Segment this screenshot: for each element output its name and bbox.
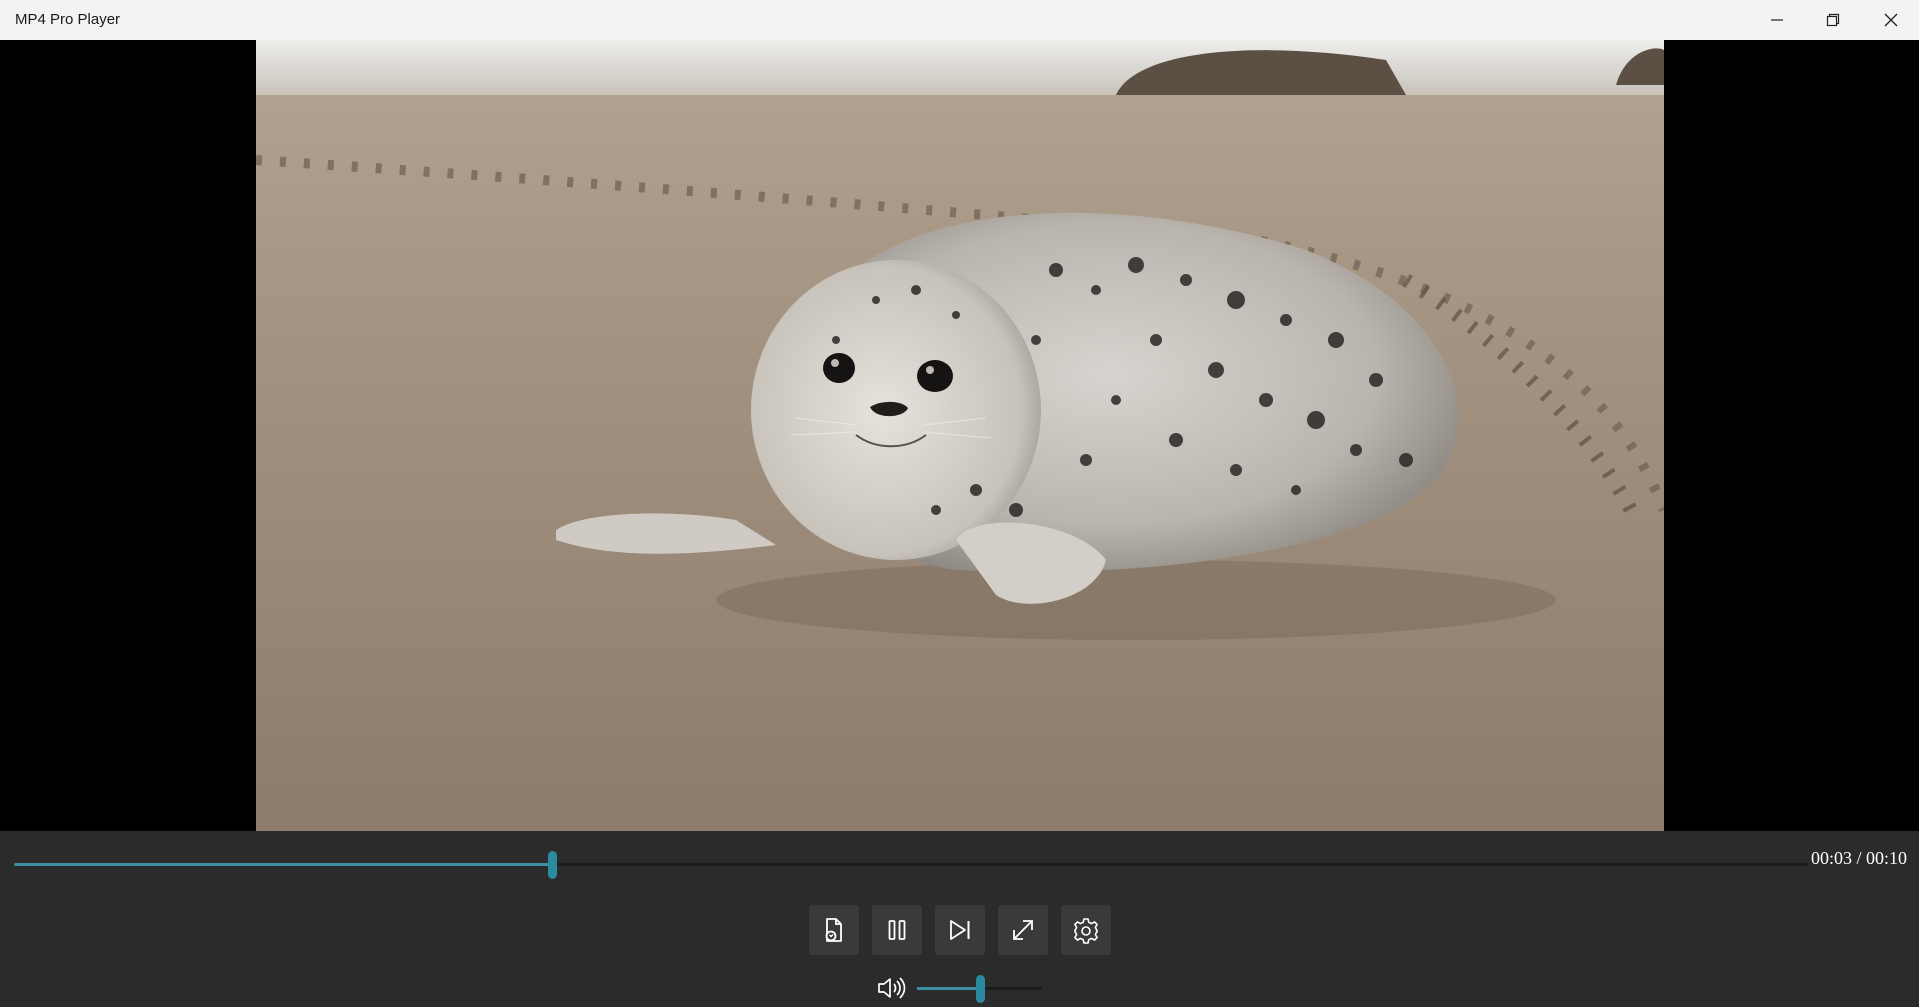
close-button[interactable] bbox=[1863, 0, 1919, 40]
seek-bar[interactable] bbox=[14, 851, 1808, 879]
playback-controls bbox=[809, 905, 1111, 955]
video-image bbox=[256, 40, 1664, 831]
open-file-button[interactable] bbox=[809, 905, 859, 955]
pause-icon bbox=[888, 920, 906, 940]
skip-next-icon bbox=[950, 920, 970, 940]
restore-icon bbox=[1826, 13, 1840, 27]
close-icon bbox=[1884, 13, 1898, 27]
app-title: MP4 Pro Player bbox=[15, 11, 121, 28]
minimize-button[interactable] bbox=[1749, 0, 1805, 40]
volume-slider-thumb[interactable] bbox=[975, 975, 985, 1003]
next-button[interactable] bbox=[935, 905, 985, 955]
fullscreen-button[interactable] bbox=[998, 905, 1048, 955]
title-bar: MP4 Pro Player bbox=[0, 0, 1919, 40]
open-file-icon bbox=[825, 918, 842, 942]
volume-slider[interactable] bbox=[917, 975, 1042, 1003]
volume-control bbox=[876, 975, 1046, 1003]
gear-icon bbox=[1074, 918, 1098, 944]
video-frame[interactable] bbox=[256, 40, 1664, 831]
fullscreen-icon bbox=[1013, 920, 1033, 940]
volume-slider-fill bbox=[917, 987, 980, 990]
pause-button[interactable] bbox=[872, 905, 922, 955]
speaker-icon[interactable] bbox=[876, 975, 906, 1001]
control-panel: 00:03 / 00:10 bbox=[0, 831, 1919, 1007]
seek-bar-thumb[interactable] bbox=[548, 851, 558, 879]
video-area[interactable] bbox=[0, 40, 1919, 831]
seek-bar-progress bbox=[14, 863, 553, 866]
time-readout: 00:03 / 00:10 bbox=[1810, 848, 1907, 868]
restore-button[interactable] bbox=[1805, 0, 1861, 40]
minimize-icon bbox=[1771, 19, 1783, 21]
settings-button[interactable] bbox=[1061, 905, 1111, 955]
